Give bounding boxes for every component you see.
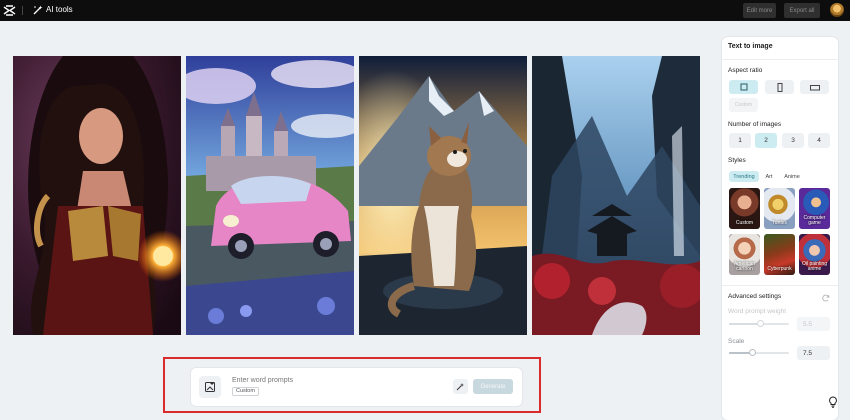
prompt-input-container[interactable]: Enter word prompts Custom Generate: [191, 368, 522, 406]
panel-title: Text to image: [728, 43, 773, 50]
divider: [722, 59, 838, 60]
divider: [22, 6, 23, 15]
style-card-label: Custom: [735, 220, 754, 226]
generate-button[interactable]: Generate: [473, 379, 513, 394]
style-card-american-cartoon[interactable]: American cartoon: [729, 234, 760, 275]
aspect-ratio-portrait-button[interactable]: [765, 80, 794, 94]
aspect-ratio-custom-label: Custom: [734, 102, 753, 108]
aspect-ratio-label: Aspect ratio: [728, 67, 763, 74]
style-card-label: Computer game: [803, 215, 826, 226]
style-card-label: Turtles: [771, 220, 788, 226]
word-prompt-weight-value[interactable]: 5.5: [797, 317, 830, 331]
capcut-logo-icon[interactable]: [3, 4, 16, 17]
sparkle-icon: [456, 383, 464, 391]
generated-image-4[interactable]: [532, 56, 700, 335]
image-upload-icon: [205, 382, 215, 392]
ai-tools-title[interactable]: AI tools: [46, 5, 73, 14]
slider-knob[interactable]: [757, 320, 764, 327]
style-card-cyberpunk[interactable]: Cyberpunk: [764, 234, 795, 275]
generated-image-2[interactable]: [186, 56, 354, 335]
export-all-button[interactable]: Export all: [784, 3, 820, 18]
aspect-ratio-landscape-button[interactable]: [800, 80, 829, 94]
style-card-label: Cyberpunk: [767, 266, 792, 272]
user-avatar[interactable]: [830, 3, 844, 17]
style-card-oil-painting-anime[interactable]: Oil painting anime: [799, 234, 830, 275]
reset-icon[interactable]: [822, 294, 830, 302]
style-card-computer-game[interactable]: Computer game: [799, 188, 830, 229]
style-card-label: Oil painting anime: [801, 261, 827, 272]
scale-slider[interactable]: [729, 352, 789, 354]
prompt-input[interactable]: Enter word prompts: [232, 377, 293, 384]
style-card-custom[interactable]: Custom: [729, 188, 760, 229]
slider-knob[interactable]: [749, 349, 756, 356]
style-card-turtles[interactable]: Turtles: [764, 188, 795, 229]
style-tab-anime[interactable]: Anime: [780, 171, 804, 182]
square-ratio-icon: [740, 83, 747, 91]
number-option-1[interactable]: 1: [729, 133, 751, 148]
reference-image-upload-button[interactable]: [199, 376, 221, 398]
number-option-4[interactable]: 4: [808, 133, 830, 148]
generated-image-3[interactable]: [359, 56, 527, 335]
style-tab-art[interactable]: Art: [761, 171, 777, 182]
text-to-image-panel: Text to image Aspect ratio Custom Number…: [722, 37, 838, 420]
portrait-ratio-icon: [777, 82, 782, 92]
styles-label: Styles: [728, 157, 746, 164]
number-of-images-label: Number of images: [728, 121, 782, 128]
landscape-ratio-icon: [809, 84, 820, 90]
scale-value[interactable]: 7.5: [797, 346, 830, 360]
style-tab-trending[interactable]: Trending: [729, 171, 759, 182]
top-bar: AI tools Edit more Export all: [0, 0, 850, 21]
style-card-label: American cartoon: [733, 261, 756, 272]
aspect-ratio-custom-button[interactable]: Custom: [729, 98, 758, 112]
scale-label: Scale: [728, 338, 745, 345]
divider: [722, 285, 838, 286]
number-option-3[interactable]: 3: [782, 133, 804, 148]
advanced-settings-label: Advanced settings: [728, 293, 782, 300]
custom-tag[interactable]: Custom: [232, 387, 259, 396]
number-option-2[interactable]: 2: [755, 133, 777, 148]
lightbulb-icon[interactable]: [828, 396, 838, 408]
magic-prompt-button[interactable]: [453, 379, 468, 394]
generated-image-1[interactable]: [13, 56, 181, 335]
magic-wand-icon: [33, 5, 43, 15]
aspect-ratio-square-button[interactable]: [729, 80, 758, 94]
edit-more-button[interactable]: Edit more: [743, 3, 776, 18]
word-prompt-weight-label: Word prompt weight: [728, 308, 787, 315]
